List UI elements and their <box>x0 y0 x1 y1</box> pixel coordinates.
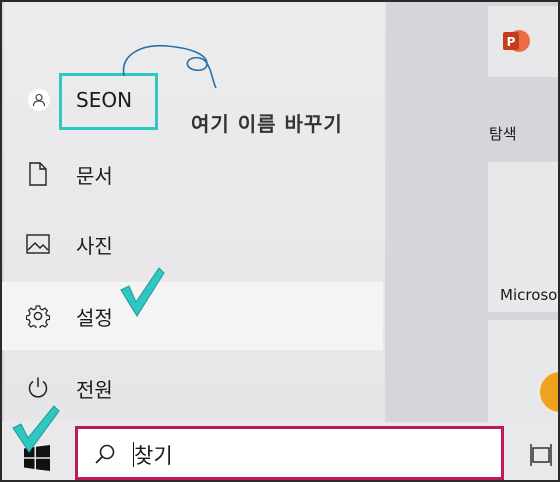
document-icon <box>24 160 52 188</box>
explorer-tile-label[interactable]: 탐색 <box>489 123 517 144</box>
check-mark-icon <box>12 405 60 453</box>
powerpoint-icon: P <box>502 28 530 58</box>
search-input[interactable]: 찾기 <box>134 440 173 470</box>
pictures-icon <box>24 230 52 258</box>
sidebar-item-label: 사진 <box>76 233 113 258</box>
power-icon <box>24 374 52 402</box>
powerpoint-tile[interactable]: P <box>488 6 558 77</box>
microsoft-tile-label: Microsoft <box>500 286 558 304</box>
partial-tile[interactable] <box>488 320 558 422</box>
annotation-curl-arrow <box>122 44 217 89</box>
sidebar-item-label: 설정 <box>76 305 113 330</box>
sidebar-item-label: 문서 <box>76 163 113 188</box>
sidebar-item-settings[interactable]: 설정 <box>2 282 383 350</box>
sidebar-item-label: 전원 <box>76 377 113 402</box>
task-view-icon[interactable] <box>530 442 552 472</box>
svg-text:P: P <box>507 35 516 49</box>
check-mark-icon <box>120 267 165 317</box>
gear-icon <box>24 302 52 330</box>
screen: SEON 여기 이름 바꾸기 문서 사진 설정 전원 P 탐색 Microso … <box>0 0 560 482</box>
sidebar-item-pictures[interactable]: 사진 <box>2 210 383 278</box>
user-avatar-icon <box>28 89 50 111</box>
app-icon <box>540 372 558 412</box>
annotation-text: 여기 이름 바꾸기 <box>191 112 343 136</box>
microsoft-tile[interactable]: Microsoft <box>488 162 558 312</box>
sidebar-item-documents[interactable]: 문서 <box>2 140 383 208</box>
search-icon <box>94 443 116 469</box>
